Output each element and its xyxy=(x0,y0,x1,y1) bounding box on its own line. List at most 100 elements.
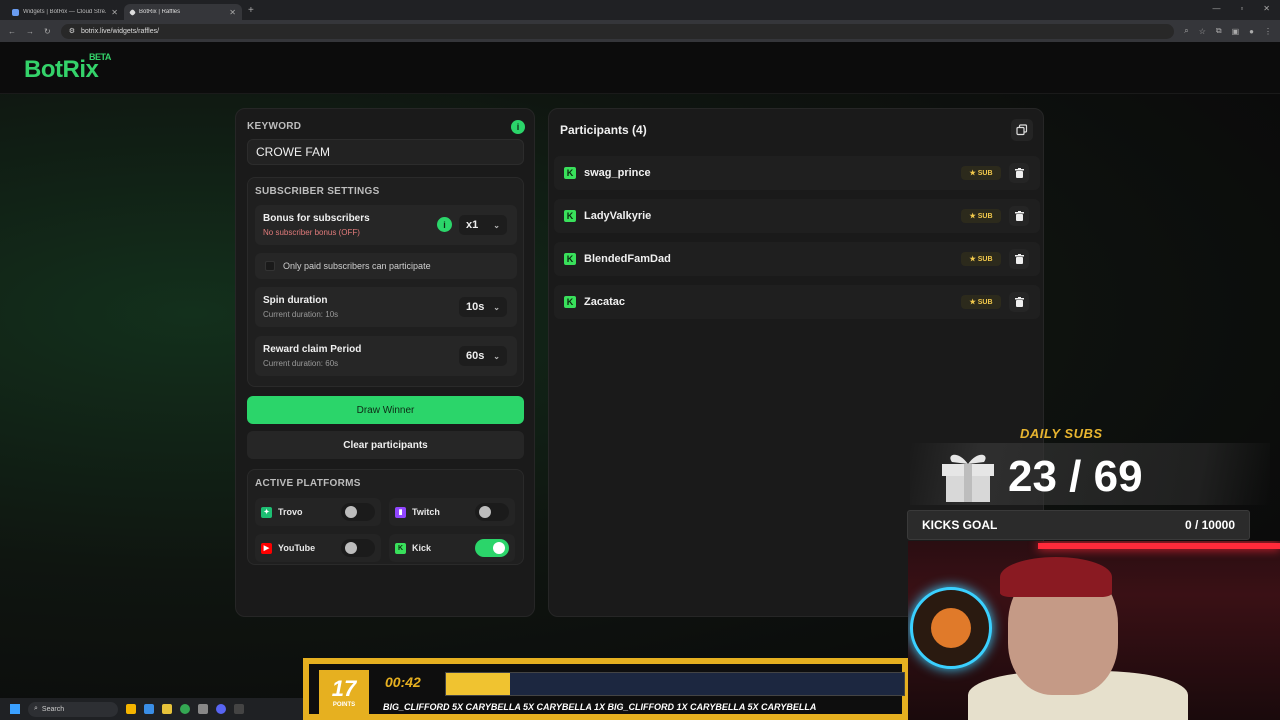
taskbar-app-icon[interactable] xyxy=(144,704,154,714)
kick-icon: K xyxy=(395,542,406,554)
trovo-toggle[interactable] xyxy=(341,503,375,521)
copy-icon xyxy=(1016,124,1028,136)
ticker-progress-fill xyxy=(446,673,511,695)
folder-icon[interactable] xyxy=(162,704,172,714)
close-tab-icon[interactable]: ✕ xyxy=(111,8,118,17)
sidepanel-icon[interactable]: ▣ xyxy=(1232,27,1240,36)
bonus-subtitle: No subscriber bonus (OFF) xyxy=(263,228,360,237)
participant-row: K LadyValkyrie ★ SUB xyxy=(554,199,1040,233)
platform-twitch: ▮ Twitch xyxy=(389,498,515,526)
raffle-settings-panel: KEYWORD i CROWE FAM SUBSCRIBER SETTINGS … xyxy=(235,108,535,617)
new-tab-icon[interactable]: + xyxy=(248,5,254,16)
bookmark-star-icon[interactable]: ☆ xyxy=(1199,27,1206,36)
reward-claim-row: Reward claim Period Current duration: 60… xyxy=(255,336,517,376)
maximize-icon[interactable]: ▫ xyxy=(1240,4,1243,13)
spin-duration-value: 10s xyxy=(466,301,485,313)
site-info-icon[interactable]: ⚙ xyxy=(69,27,75,35)
platform-kick: K Kick xyxy=(389,534,515,562)
botrix-favicon-icon xyxy=(12,8,19,16)
ticker-timer: 00:42 xyxy=(385,674,421,690)
browser-tab-bar: Widgets | BotRix — Cloud Stre... ✕ BotRi… xyxy=(0,0,1280,20)
menu-icon[interactable]: ⋮ xyxy=(1264,27,1272,36)
url-text: botrix.live/widgets/raffles/ xyxy=(80,27,160,35)
points-box: 17 POINTS xyxy=(319,670,369,714)
participant-name: swag_prince xyxy=(584,167,651,179)
beta-badge: BETA xyxy=(89,52,111,62)
kick-icon: K xyxy=(564,210,576,222)
sub-badge: ★ SUB xyxy=(961,166,1001,180)
twitch-toggle[interactable] xyxy=(475,503,509,521)
tab-raffles[interactable]: BotRix | Raffles ✕ xyxy=(124,4,242,20)
delete-participant-button[interactable] xyxy=(1009,163,1029,183)
keyword-input[interactable]: CROWE FAM xyxy=(247,139,524,165)
neon-logo-sign xyxy=(910,587,992,669)
bonus-row: Bonus for subscribers No subscriber bonu… xyxy=(255,205,517,245)
reward-claim-value: 60s xyxy=(466,350,485,362)
active-platforms-box: ACTIVE PLATFORMS ✦ Trovo ▮ Twitch ▶ YouT… xyxy=(247,469,524,565)
spin-duration-select[interactable]: 10s ⌄ xyxy=(459,297,507,317)
kick-icon: K xyxy=(564,296,576,308)
youtube-toggle[interactable] xyxy=(341,539,375,557)
platform-name: Kick xyxy=(412,543,432,553)
copy-participants-button[interactable] xyxy=(1011,119,1033,141)
participant-row: K swag_prince ★ SUB xyxy=(554,156,1040,190)
forward-icon[interactable]: → xyxy=(26,27,34,36)
zoom-icon[interactable]: ⌕ xyxy=(1184,26,1188,36)
reward-claim-select[interactable]: 60s ⌄ xyxy=(459,346,507,366)
platform-name: Twitch xyxy=(412,507,440,517)
reload-icon[interactable]: ↻ xyxy=(44,27,51,36)
bonus-multiplier-select[interactable]: x1 ⌄ xyxy=(459,215,507,235)
botrix-favicon-icon xyxy=(128,8,137,16)
twitch-icon: ▮ xyxy=(395,506,406,518)
windows-start-icon[interactable] xyxy=(10,704,20,714)
taskbar-search-label: Search xyxy=(41,705,65,713)
paid-only-label: Only paid subscribers can participate xyxy=(283,261,431,271)
draw-winner-button[interactable]: Draw Winner xyxy=(247,396,524,424)
streamer-cap xyxy=(1000,557,1112,597)
url-field[interactable]: ⚙ botrix.live/widgets/raffles/ xyxy=(60,23,1175,39)
trash-icon xyxy=(1014,297,1024,307)
chrome-icon[interactable] xyxy=(180,704,190,714)
clear-participants-button[interactable]: Clear participants xyxy=(247,431,524,459)
ticker-scroll-text: BIG_CLIFFORD 5X CARYBELLA 5X CARYBELLA 1… xyxy=(383,702,817,712)
close-tab-icon[interactable]: ✕ xyxy=(229,8,236,17)
address-bar-row: ← → ↻ ⚙ botrix.live/widgets/raffles/ ⌕ ☆… xyxy=(0,20,1280,42)
discord-icon[interactable] xyxy=(216,704,226,714)
trovo-icon: ✦ xyxy=(261,506,272,518)
back-icon[interactable]: ← xyxy=(8,27,16,36)
tab-widgets[interactable]: Widgets | BotRix — Cloud Stre... ✕ xyxy=(6,4,124,20)
sub-badge-label: SUB xyxy=(977,298,993,306)
delete-participant-button[interactable] xyxy=(1009,206,1029,226)
minimize-icon[interactable]: — xyxy=(1212,4,1220,13)
star-icon: ★ xyxy=(969,170,976,177)
bonus-info-icon[interactable]: i xyxy=(437,217,452,232)
delete-participant-button[interactable] xyxy=(1009,249,1029,269)
taskbar-app-icon[interactable] xyxy=(198,704,208,714)
taskbar-app-icon[interactable] xyxy=(126,704,136,714)
profile-icon[interactable]: ● xyxy=(1249,27,1254,36)
tab-title: BotRix | Raffles xyxy=(139,9,181,15)
active-platforms-label: ACTIVE PLATFORMS xyxy=(255,478,361,489)
keyword-info-icon[interactable]: i xyxy=(511,120,525,134)
terminal-icon[interactable] xyxy=(234,704,244,714)
platform-name: Trovo xyxy=(278,507,303,517)
paid-only-row[interactable]: Only paid subscribers can participate xyxy=(255,253,517,279)
search-icon: ⌕ xyxy=(34,705,38,712)
chevron-down-icon: ⌄ xyxy=(493,220,500,230)
delete-participant-button[interactable] xyxy=(1009,292,1029,312)
botrix-logo[interactable]: BotRix BETA xyxy=(24,52,111,84)
paid-only-checkbox[interactable] xyxy=(265,261,275,271)
reward-claim-subtitle: Current duration: 60s xyxy=(263,359,339,368)
kick-icon: K xyxy=(564,167,576,179)
kicks-goal-label: KICKS GOAL xyxy=(922,518,998,532)
sub-badge-label: SUB xyxy=(977,212,993,220)
kick-toggle[interactable] xyxy=(475,539,509,557)
ticker-progress-bar xyxy=(445,672,905,696)
close-window-icon[interactable]: ✕ xyxy=(1263,4,1270,13)
kicks-goal-value: 0 / 10000 xyxy=(1184,518,1235,532)
sub-badge: ★ SUB xyxy=(961,295,1001,309)
bonus-multiplier-value: x1 xyxy=(466,219,479,231)
kicks-goal-bar: KICKS GOAL 0 / 10000 xyxy=(907,510,1250,540)
taskbar-search[interactable]: ⌕ Search xyxy=(28,701,118,717)
extensions-icon[interactable]: ⧉ xyxy=(1216,26,1222,36)
